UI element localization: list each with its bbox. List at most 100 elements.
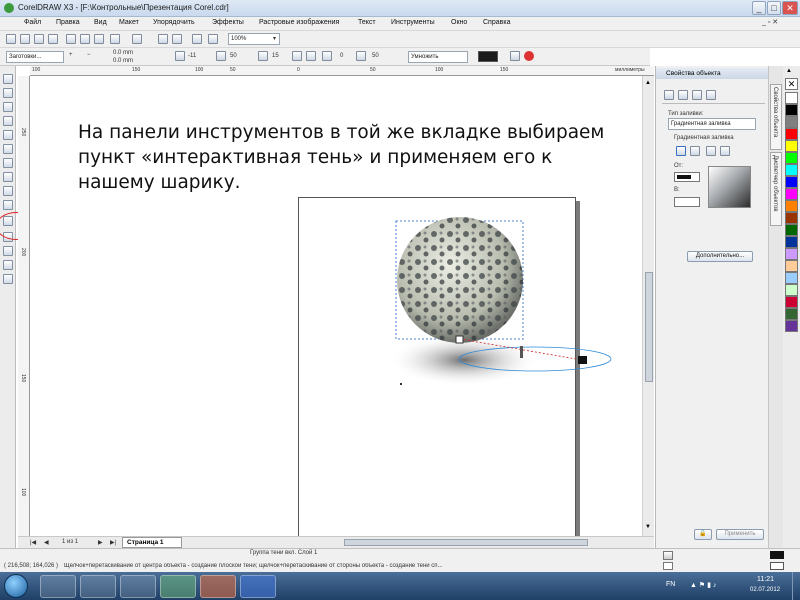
from-color-picker[interactable]	[674, 172, 700, 182]
taskbar-powerpoint-icon[interactable]	[200, 575, 236, 598]
cut-icon[interactable]	[66, 34, 76, 44]
shadow-start-handle[interactable]	[455, 335, 464, 344]
menu-text[interactable]: Текст	[358, 19, 376, 26]
tray-icons[interactable]: ▲ ⚑ ▮ ♪	[690, 581, 716, 589]
tab-object-manager[interactable]: Диспетчер объектов	[770, 152, 782, 226]
taskbar-coreldraw-icon[interactable]	[160, 575, 196, 598]
shadow-offset-y[interactable]: 0.0 mm	[113, 58, 133, 64]
palette-swatch[interactable]	[785, 236, 798, 248]
to-color-picker[interactable]	[674, 197, 700, 207]
doc-window-controls[interactable]: _ ▫ ✕	[762, 18, 778, 26]
ellipse-tool-icon[interactable]	[3, 172, 13, 182]
radial-gradient-icon[interactable]	[690, 146, 700, 156]
language-indicator[interactable]: FN	[666, 581, 675, 588]
menu-layout[interactable]: Макет	[119, 19, 139, 26]
scroll-up-arrow-icon[interactable]: ▲	[645, 80, 653, 88]
feather-edges-icon[interactable]	[306, 51, 316, 61]
palette-swatch[interactable]	[785, 260, 798, 272]
square-gradient-icon[interactable]	[720, 146, 730, 156]
menu-view[interactable]: Вид	[94, 19, 107, 26]
copy-shadow-icon[interactable]	[510, 51, 520, 61]
palette-swatch[interactable]	[785, 212, 798, 224]
outline-tab-icon[interactable]	[678, 90, 688, 100]
drawing-canvas[interactable]: На панели инструментов в той же вкладке …	[30, 76, 642, 536]
tab-object-properties[interactable]: Свойства объекта	[770, 84, 782, 150]
first-page-icon[interactable]: |◀	[30, 539, 36, 546]
palette-swatch[interactable]	[785, 284, 798, 296]
clear-shadow-icon[interactable]	[524, 51, 534, 61]
shadow-fade[interactable]: 0	[340, 53, 343, 59]
shape-tool-icon[interactable]	[3, 88, 13, 98]
menu-tools[interactable]: Инструменты	[391, 19, 435, 26]
taskbar-media-icon[interactable]	[120, 575, 156, 598]
shadow-opacity[interactable]: 50	[230, 53, 237, 59]
vertical-scrollbar[interactable]: ▲ ▼	[642, 76, 654, 536]
last-page-icon[interactable]: ▶|	[110, 539, 116, 546]
transparency-operation-select[interactable]: Умножить	[408, 51, 468, 63]
export-icon[interactable]	[172, 34, 182, 44]
save-icon[interactable]	[34, 34, 44, 44]
redo-icon[interactable]	[132, 34, 142, 44]
undo-icon[interactable]	[110, 34, 120, 44]
taskbar-explorer-icon[interactable]	[80, 575, 116, 598]
import-icon[interactable]	[158, 34, 168, 44]
menu-arrange[interactable]: Упорядочить	[153, 19, 195, 26]
horizontal-scroll-thumb[interactable]	[344, 539, 588, 546]
paste-icon[interactable]	[94, 34, 104, 44]
palette-swatch[interactable]	[785, 152, 798, 164]
palette-scroll-up-icon[interactable]: ▲	[786, 68, 792, 74]
text-tool-icon[interactable]	[3, 200, 13, 210]
interactive-fill-tool-icon[interactable]	[3, 274, 13, 284]
scroll-down-arrow-icon[interactable]: ▼	[645, 524, 653, 532]
add-preset-button[interactable]: +	[69, 52, 73, 58]
copy-icon[interactable]	[80, 34, 90, 44]
shadow-stretch[interactable]: 50	[372, 53, 379, 59]
polygon-tool-icon[interactable]	[3, 186, 13, 196]
print-icon[interactable]	[48, 34, 58, 44]
palette-swatch[interactable]	[785, 320, 798, 332]
fill-type-select[interactable]: Градиентная заливка	[668, 118, 756, 130]
crop-tool-icon[interactable]	[3, 102, 13, 112]
rectangle-tool-icon[interactable]	[3, 158, 13, 168]
new-icon[interactable]	[6, 34, 16, 44]
feather-direction-icon[interactable]	[292, 51, 302, 61]
menu-help[interactable]: Справка	[483, 19, 510, 26]
taskbar-ie-icon[interactable]	[40, 575, 76, 598]
shadow-artwork[interactable]	[30, 76, 642, 536]
general-tab-icon[interactable]	[692, 90, 702, 100]
shadow-feather[interactable]: 15	[272, 53, 279, 59]
minimize-button[interactable]: _	[752, 1, 766, 15]
prev-page-icon[interactable]: ◀	[44, 539, 49, 546]
conical-gradient-icon[interactable]	[706, 146, 716, 156]
palette-swatch[interactable]	[785, 128, 798, 140]
palette-swatch[interactable]	[785, 176, 798, 188]
preset-select[interactable]: Заготовки...	[6, 51, 64, 63]
taskbar-word-icon[interactable]	[240, 575, 276, 598]
shadow-direction[interactable]: -11	[188, 53, 196, 59]
shadow-end-handle[interactable]	[578, 356, 587, 364]
corel-online-icon[interactable]	[208, 34, 218, 44]
scroll-thumb[interactable]	[645, 272, 653, 382]
shadow-offset-x[interactable]: 0.0 mm	[113, 50, 133, 56]
menu-file[interactable]: Файл	[24, 19, 41, 26]
palette-swatch[interactable]	[785, 224, 798, 236]
shadow-color-picker[interactable]	[478, 51, 498, 62]
lock-icon[interactable]: 🔒	[694, 529, 712, 540]
more-button[interactable]: Дополнительно...	[687, 251, 753, 262]
next-page-icon[interactable]: ▶	[98, 539, 103, 546]
fill-tool-icon[interactable]	[3, 260, 13, 270]
palette-swatch[interactable]	[785, 296, 798, 308]
palette-swatch[interactable]	[785, 92, 798, 104]
remove-preset-button[interactable]: −	[87, 52, 91, 58]
linear-gradient-icon[interactable]	[676, 146, 686, 156]
show-desktop-button[interactable]	[792, 572, 800, 600]
menu-effects[interactable]: Эффекты	[212, 19, 244, 26]
close-button[interactable]: ✕	[782, 1, 798, 15]
palette-swatch[interactable]	[785, 140, 798, 152]
maximize-button[interactable]: □	[767, 1, 781, 15]
menu-bitmaps[interactable]: Растровые изображения	[259, 19, 339, 26]
app-launcher-icon[interactable]	[192, 34, 202, 44]
palette-swatch[interactable]	[785, 116, 798, 128]
fill-tab-icon[interactable]	[664, 90, 674, 100]
chevron-down-icon[interactable]: ▾	[273, 35, 276, 42]
